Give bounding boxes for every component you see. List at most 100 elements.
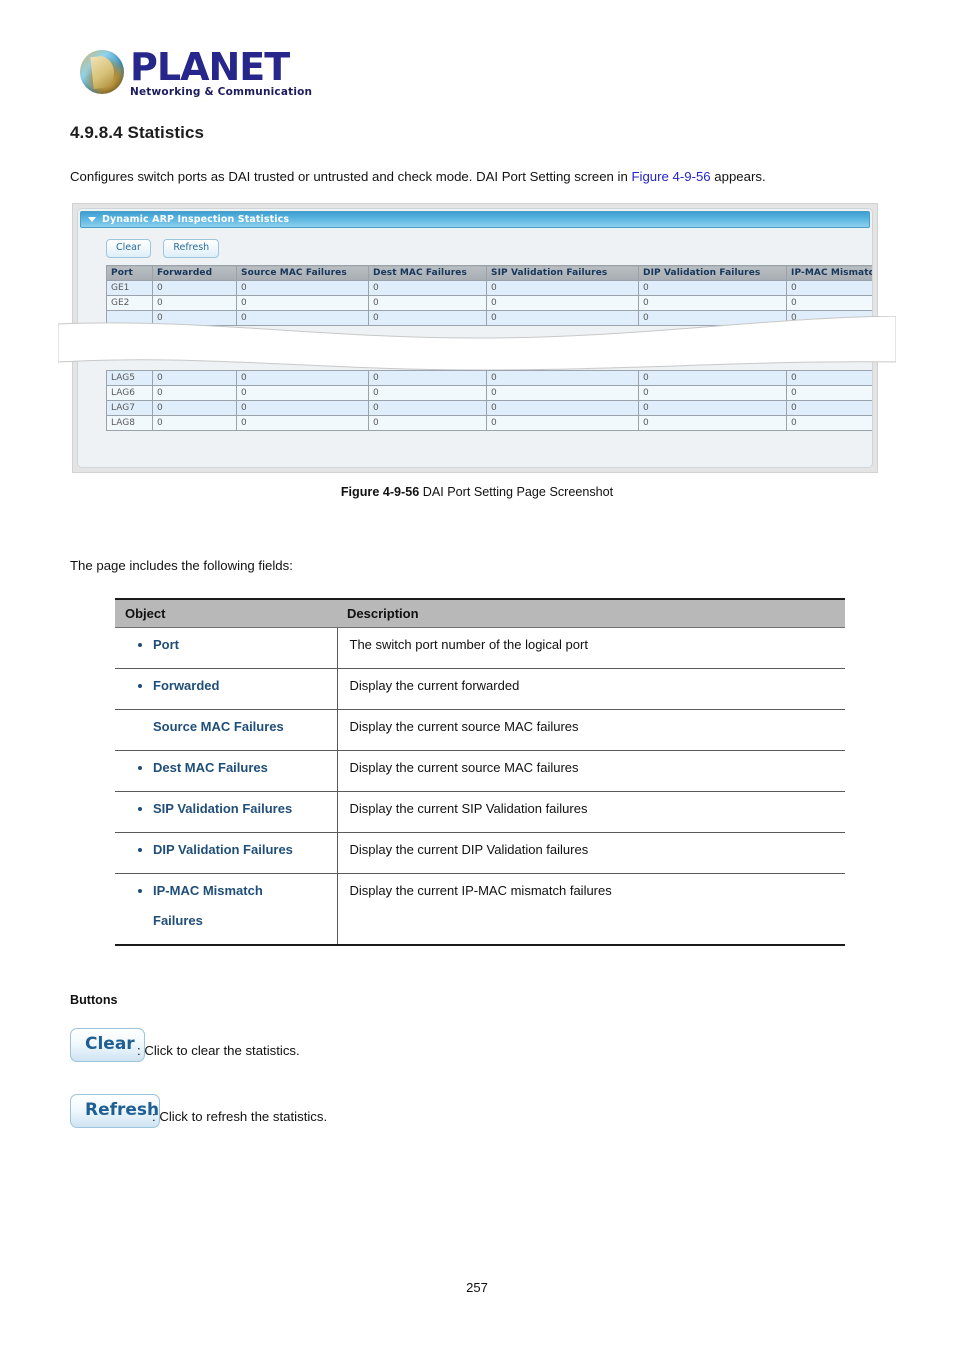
column-header-source-mac-failures: Source MAC Failures xyxy=(236,265,369,281)
table-row: LAG8 0 0 0 0 0 0 xyxy=(106,415,872,431)
column-header-description: Description xyxy=(337,598,845,628)
cell-port: LAG6 xyxy=(106,385,153,401)
cell-sip: 0 xyxy=(486,280,639,296)
field-object-cell: SIP Validation Failures xyxy=(115,791,338,833)
cell-sip: 0 xyxy=(486,370,639,386)
cell-ipmac: 0 xyxy=(786,370,872,386)
table-row: GE2 0 0 0 0 0 0 xyxy=(106,295,872,311)
table-row: IP-MAC Mismatch Failures Display the cur… xyxy=(115,873,845,946)
cell-port: LAG7 xyxy=(106,400,153,416)
cell-dip: 0 xyxy=(638,400,787,416)
table-row: 0 0 0 0 0 0 xyxy=(106,310,872,326)
refresh-button[interactable]: Refresh xyxy=(163,239,220,258)
field-description-cell: Display the current IP-MAC mismatch fail… xyxy=(337,873,845,946)
intro-text-before: Configures switch ports as DAI trusted o… xyxy=(70,169,632,184)
cell-dest-mac: 0 xyxy=(368,385,487,401)
column-header-sip-validation-failures: SIP Validation Failures xyxy=(486,265,639,281)
table-row: LAG6 0 0 0 0 0 0 xyxy=(106,385,872,401)
field-description-cell: Display the current source MAC failures xyxy=(337,709,845,751)
cell-source-mac: 0 xyxy=(236,415,369,431)
field-object-cell: Dest MAC Failures xyxy=(115,750,338,792)
switch-ui-window: Dynamic ARP Inspection Statistics Clear … xyxy=(77,208,873,468)
cell-dest-mac: 0 xyxy=(368,400,487,416)
triangle-down-icon[interactable] xyxy=(88,217,96,222)
table-row: Port The switch port number of the logic… xyxy=(115,627,845,669)
panel-header[interactable]: Dynamic ARP Inspection Statistics xyxy=(80,211,870,228)
table-row: LAG5 0 0 0 0 0 0 xyxy=(106,370,872,386)
cell-sip: 0 xyxy=(486,295,639,311)
table-row: Source MAC Failures Display the current … xyxy=(115,709,845,751)
fields-description-table: Object Description Port The switch port … xyxy=(115,598,845,946)
table-row: DIP Validation Failures Display the curr… xyxy=(115,832,845,874)
cell-dest-mac: 0 xyxy=(368,415,487,431)
cell-sip: 0 xyxy=(486,310,639,326)
cell-source-mac: 0 xyxy=(236,310,369,326)
table-row: Forwarded Display the current forwarded xyxy=(115,668,845,710)
cell-ipmac: 0 xyxy=(786,385,872,401)
field-name-source-mac-failures: Source MAC Failures xyxy=(153,719,284,734)
intro-paragraph: Configures switch ports as DAI trusted o… xyxy=(70,169,766,184)
logo-text-block: PLANET Networking & Communication xyxy=(130,46,312,98)
field-name-forwarded: Forwarded xyxy=(135,678,327,693)
cell-dest-mac: 0 xyxy=(368,310,487,326)
table-row: LAG7 0 0 0 0 0 0 xyxy=(106,400,872,416)
field-name-port: Port xyxy=(135,637,327,652)
figure-reference-link[interactable]: Figure 4-9-56 xyxy=(631,169,710,184)
field-name-ipmac-mismatch-line2: Failures xyxy=(153,913,203,928)
cell-dest-mac: 0 xyxy=(368,370,487,386)
cell-forwarded: 0 xyxy=(152,370,237,386)
clear-button-description: : Click to clear the statistics. xyxy=(137,1043,300,1058)
cell-ipmac: 0 xyxy=(786,415,872,431)
cell-ipmac: 0 xyxy=(786,400,872,416)
field-description-cell: Display the current forwarded xyxy=(337,668,845,710)
cell-port: LAG8 xyxy=(106,415,153,431)
field-description-cell: Display the current source MAC failures xyxy=(337,750,845,792)
fields-intro-text: The page includes the following fields: xyxy=(70,558,293,573)
cell-port: GE2 xyxy=(106,295,153,311)
cell-forwarded: 0 xyxy=(152,385,237,401)
column-header-port: Port xyxy=(106,265,153,281)
clear-button[interactable]: Clear xyxy=(106,239,151,258)
table-header-row: Port Forwarded Source MAC Failures Dest … xyxy=(106,265,872,281)
buttons-section-heading: Buttons xyxy=(70,993,118,1007)
field-name-dest-mac-failures: Dest MAC Failures xyxy=(135,760,327,775)
refresh-button-description: : Click to refresh the statistics. xyxy=(152,1109,328,1124)
field-description-cell: Display the current DIP Validation failu… xyxy=(337,832,845,874)
field-object-cell: Forwarded xyxy=(115,668,338,710)
screenshot-figure: Dynamic ARP Inspection Statistics Clear … xyxy=(72,203,878,473)
cell-source-mac: 0 xyxy=(236,370,369,386)
planet-logo: PLANET Networking & Communication xyxy=(80,46,380,108)
column-header-ipmac-mismatch-failures: IP-MAC Mismatch Failures xyxy=(786,265,872,281)
field-object-cell: DIP Validation Failures xyxy=(115,832,338,874)
clear-button-row: Clear : Click to clear the statistics. xyxy=(70,1028,300,1062)
table-row: Dest MAC Failures Display the current so… xyxy=(115,750,845,792)
cell-sip: 0 xyxy=(486,385,639,401)
cell-sip: 0 xyxy=(486,400,639,416)
cell-dest-mac: 0 xyxy=(368,280,487,296)
cell-source-mac: 0 xyxy=(236,295,369,311)
cell-port: LAG5 xyxy=(106,370,153,386)
cell-source-mac: 0 xyxy=(236,400,369,416)
clear-button[interactable]: Clear xyxy=(70,1028,145,1062)
figure-caption: Figure 4-9-56 DAI Port Setting Page Scre… xyxy=(0,485,954,499)
field-description-cell: The switch port number of the logical po… xyxy=(337,627,845,669)
field-object-cell: IP-MAC Mismatch Failures xyxy=(115,873,338,946)
page-title: 4.9.8.4 Statistics xyxy=(70,123,205,142)
cell-forwarded: 0 xyxy=(152,415,237,431)
figure-caption-text: DAI Port Setting Page Screenshot xyxy=(419,485,614,499)
cell-port xyxy=(106,310,153,326)
cell-dip: 0 xyxy=(638,385,787,401)
cell-source-mac: 0 xyxy=(236,385,369,401)
column-header-forwarded: Forwarded xyxy=(152,265,237,281)
figure-caption-label: Figure 4-9-56 xyxy=(340,485,420,499)
column-header-dest-mac-failures: Dest MAC Failures xyxy=(368,265,487,281)
cell-port: GE1 xyxy=(106,280,153,296)
table-row: SIP Validation Failures Display the curr… xyxy=(115,791,845,833)
table-row: GE1 0 0 0 0 0 0 xyxy=(106,280,872,296)
document-page: PLANET Networking & Communication 4.9.8.… xyxy=(0,0,954,1350)
cell-forwarded: 0 xyxy=(152,400,237,416)
column-header-dip-validation-failures: DIP Validation Failures xyxy=(638,265,787,281)
brand-name: PLANET xyxy=(130,45,290,89)
refresh-button[interactable]: Refresh xyxy=(70,1094,160,1128)
field-object-cell: Port xyxy=(115,627,338,669)
